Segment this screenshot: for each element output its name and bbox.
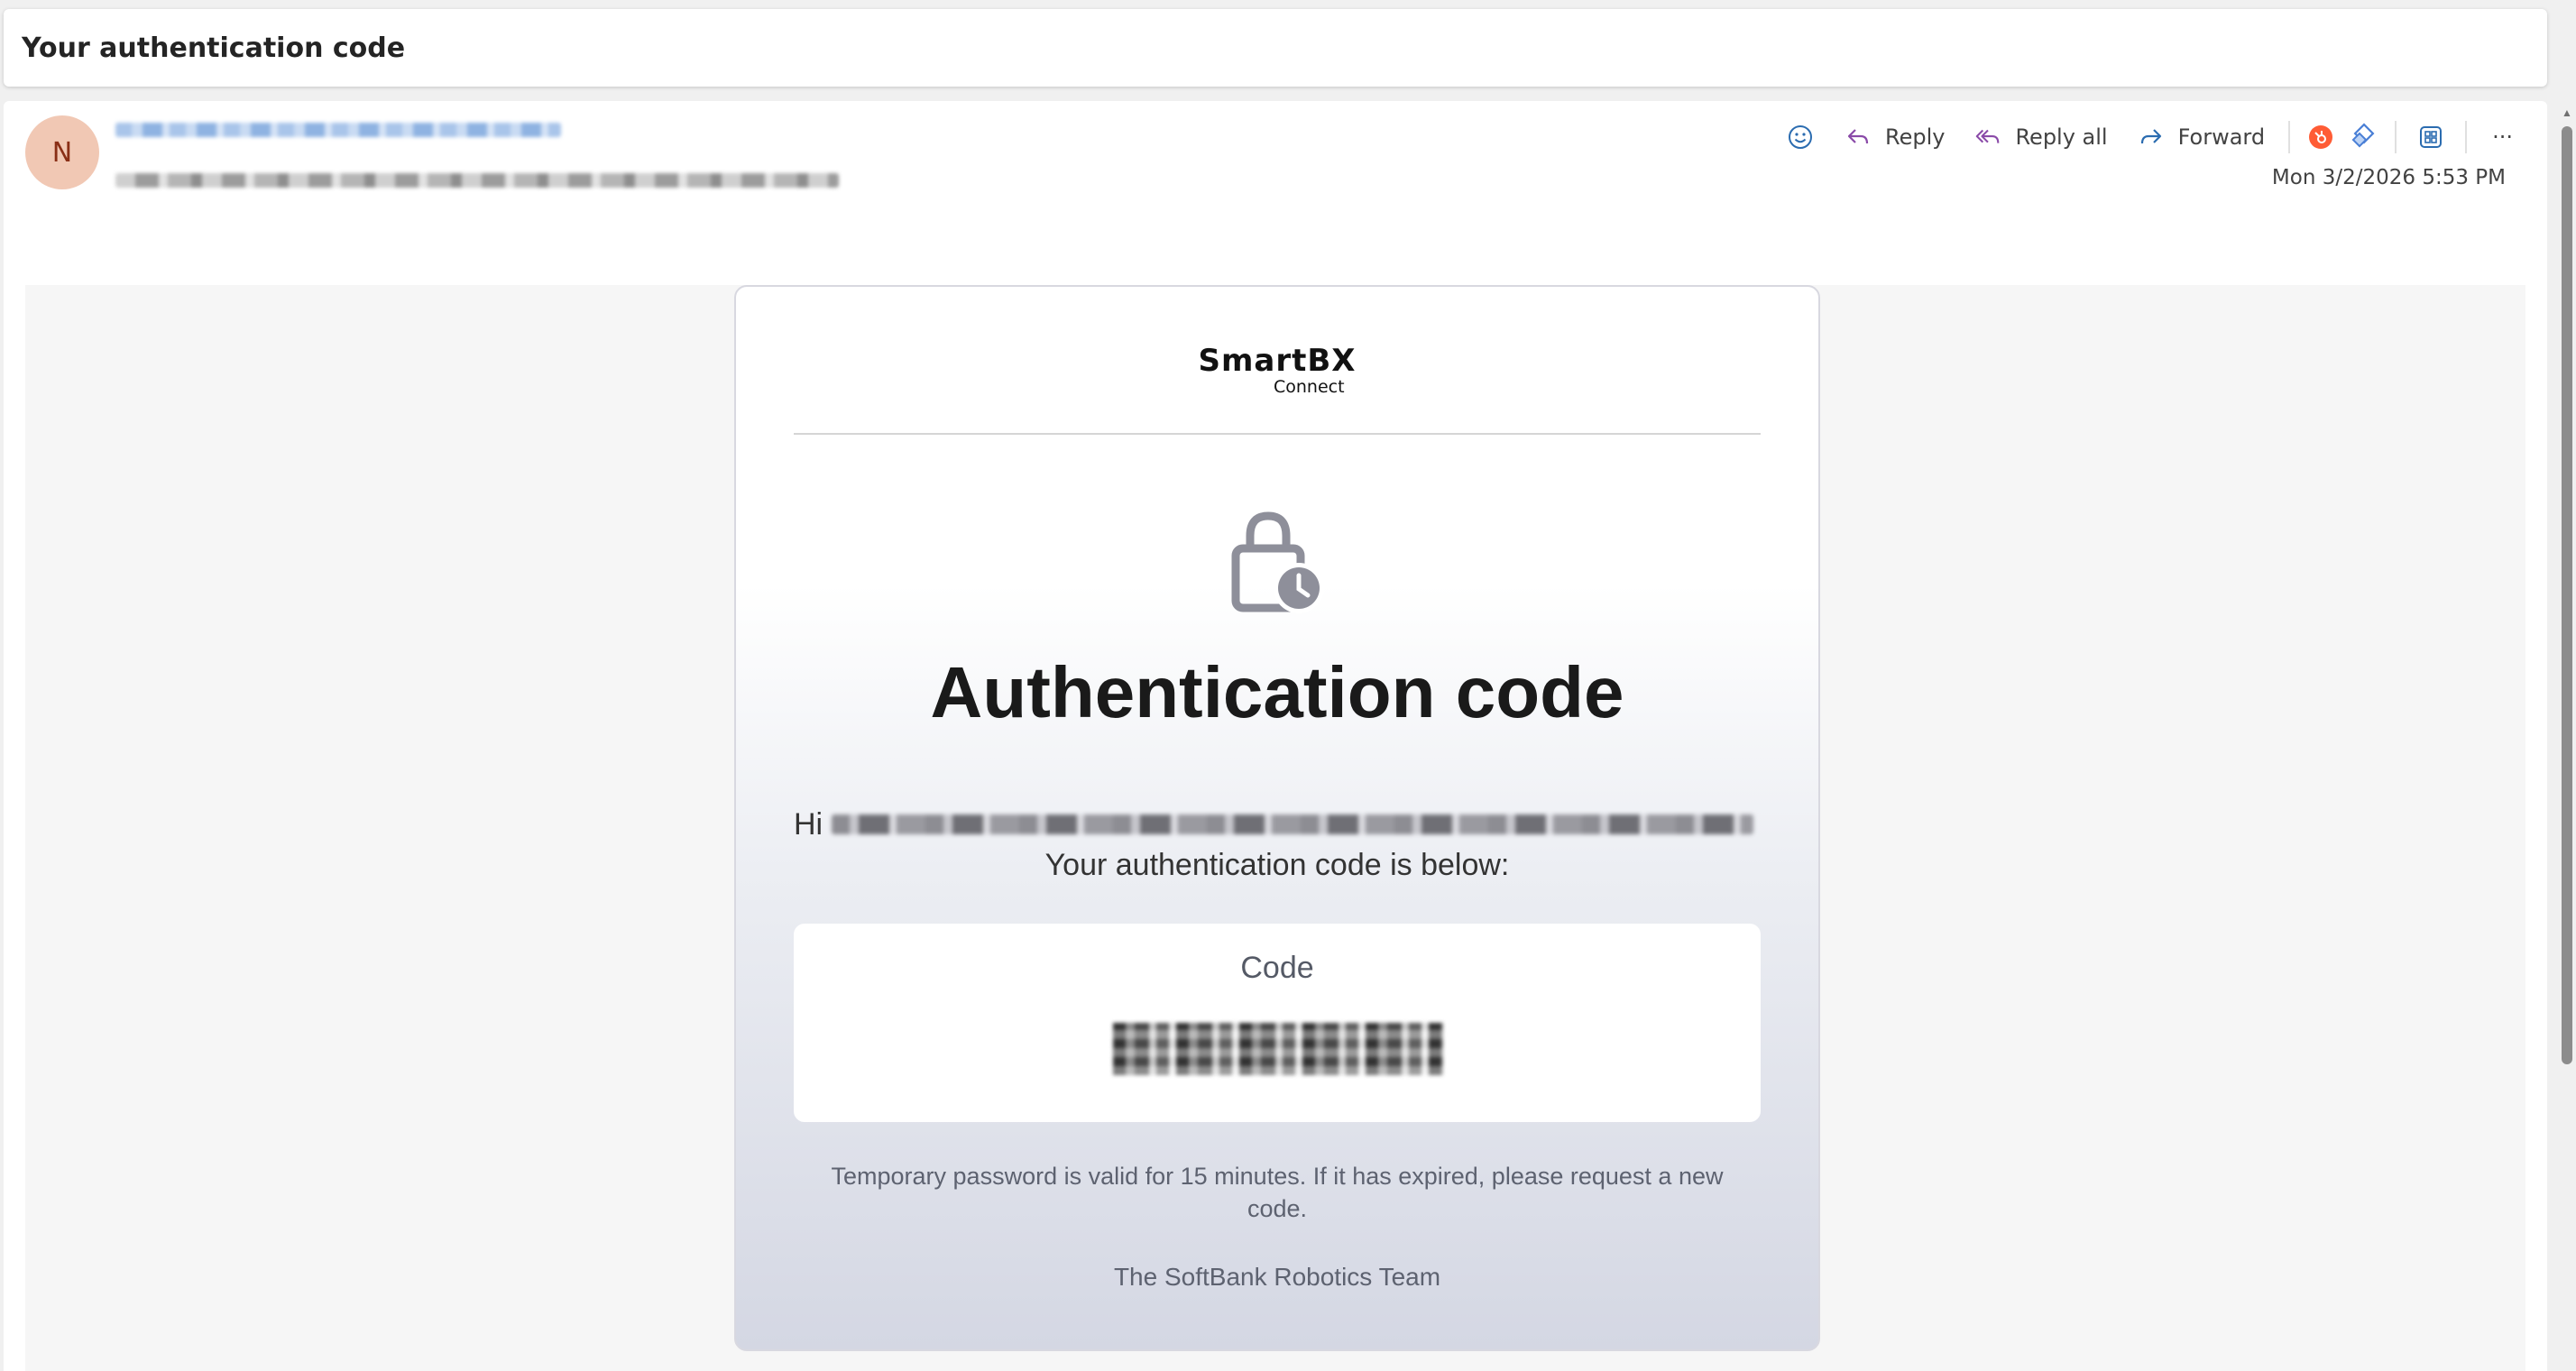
hubspot-icon — [2306, 123, 2335, 152]
smartbx-logo: SmartBX Connect — [736, 343, 1818, 397]
greeting-line: Hi — [794, 805, 1754, 844]
logo-subtitle: Connect — [1274, 377, 1345, 397]
sender-avatar[interactable]: N — [25, 115, 99, 189]
subject-bar: Your authentication code — [4, 9, 2547, 87]
header-divider — [794, 433, 1761, 435]
auth-code-redacted[interactable] — [1113, 1023, 1443, 1075]
intro-text: Your authentication code is below: — [1044, 848, 1510, 882]
more-actions-button[interactable]: ··· — [2476, 114, 2529, 161]
scrollbar-thumb[interactable] — [2562, 126, 2572, 1064]
forward-icon — [2137, 123, 2166, 152]
signature: The SoftBank Robotics Team — [1113, 1263, 1441, 1291]
message-timestamp: Mon 3/2/2026 5:53 PM — [2271, 166, 2506, 189]
reply-all-icon — [1973, 123, 2002, 152]
recipient-name-redacted — [832, 814, 1754, 834]
teams-addin-button[interactable] — [2342, 114, 2386, 161]
reply-label: Reply — [1884, 124, 1946, 150]
email-headline: Authentication code — [930, 652, 1624, 732]
apps-button[interactable] — [2406, 114, 2456, 161]
forward-label: Forward — [2177, 124, 2266, 150]
code-label: Code — [1240, 951, 1314, 985]
scroll-up-arrow[interactable]: ▲ — [2560, 106, 2574, 121]
email-body: SmartBX Connect Authentication code Hi Y… — [25, 285, 2525, 1371]
sender-name-redacted[interactable] — [115, 123, 561, 137]
message-pane: N Reply Reply all Forward ··· Mon 3/2/20… — [4, 101, 2547, 1371]
toolbar-separator — [2465, 121, 2468, 153]
lock-clock-icon — [1227, 507, 1326, 615]
code-box: Code — [794, 924, 1761, 1122]
apps-grid-icon — [2416, 123, 2445, 152]
email-subject: Your authentication code — [22, 32, 406, 64]
toolbar-separator — [2288, 121, 2291, 153]
toolbar-separator — [2395, 121, 2397, 153]
diamond-link-icon — [2350, 123, 2378, 152]
logo-wordmark: SmartBX — [1198, 343, 1357, 379]
reply-all-button[interactable]: Reply all — [1959, 114, 2121, 161]
react-button[interactable] — [1771, 114, 1829, 161]
expiry-note: Temporary password is valid for 15 minut… — [831, 1163, 1724, 1222]
more-icon: ··· — [2492, 124, 2513, 150]
message-toolbar: Reply Reply all Forward ··· — [1771, 110, 2529, 164]
reply-button[interactable]: Reply — [1829, 114, 1959, 161]
email-card: SmartBX Connect Authentication code Hi Y… — [734, 285, 1820, 1351]
forward-button[interactable]: Forward — [2122, 114, 2280, 161]
greeting-text: Hi — [794, 806, 823, 842]
reply-all-label: Reply all — [2015, 124, 2108, 150]
hubspot-addin-button[interactable] — [2299, 114, 2342, 161]
recipient-line-redacted — [115, 173, 839, 188]
smiley-icon — [1786, 123, 1815, 152]
reply-icon — [1844, 123, 1872, 152]
